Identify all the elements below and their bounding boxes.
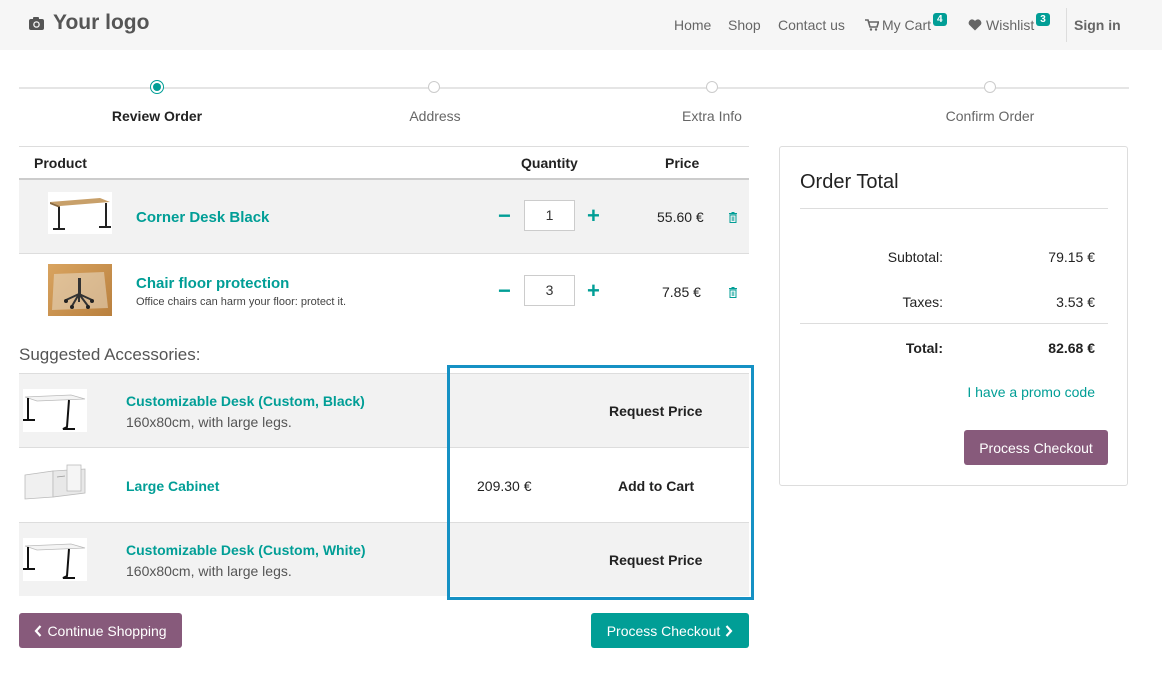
wizard-step-dot-confirm [984,81,996,93]
subtotal-value: 79.15 € [1048,249,1095,265]
wizard-step-address[interactable]: Address [409,108,460,124]
sign-in-link[interactable]: Sign in [1074,17,1121,33]
quantity-decrease-button[interactable]: − [498,280,511,302]
suggested-accessories-title: Suggested Accessories: [19,345,201,364]
quantity-input[interactable]: 3 [524,275,575,306]
taxes-value: 3.53 € [1056,294,1095,310]
accessory-description: 160x80cm, with large legs. [126,563,292,579]
cart-label: My Cart [882,17,931,33]
total-label: Total: [905,340,943,356]
taxes-label: Taxes: [902,294,943,310]
product-description: Office chairs can harm your floor: prote… [136,296,347,308]
product-image-corner-desk[interactable] [48,192,112,234]
quantity-decrease-button[interactable]: − [498,205,511,227]
highlight-box [447,365,754,600]
nav-shop[interactable]: Shop [728,17,761,33]
accessory-name[interactable]: Customizable Desk (Custom, Black) [126,393,365,409]
table-row [19,180,749,253]
trash-icon[interactable] [728,212,738,223]
nav-contact-us[interactable]: Contact us [778,17,845,33]
process-checkout-label: Process Checkout [606,622,721,639]
order-total-title: Order Total [800,171,899,193]
wizard-step-dot-review [150,80,164,94]
trash-icon[interactable] [728,287,738,298]
wizard-progress-line [19,87,1129,89]
quantity-increase-button[interactable]: + [587,205,600,227]
product-name-corner-desk[interactable]: Corner Desk Black [136,209,269,226]
product-name-chair-floor-protection[interactable]: Chair floor protection [136,275,289,292]
wizard-step-extra-info[interactable]: Extra Info [682,108,742,124]
logo-text: Your logo [53,11,150,34]
order-total-divider [800,208,1108,209]
cart-icon [865,19,879,31]
line-price: 7.85 € [662,284,701,300]
nav-wishlist[interactable]: Wishlist 3 [968,12,1050,33]
cart-count-badge: 4 [933,12,947,26]
total-value: 82.68 € [1048,340,1095,356]
accessory-image-large-cabinet[interactable] [23,463,87,503]
logo[interactable]: Your logo [28,11,149,35]
product-image-chair-floor-protection[interactable] [48,264,112,316]
heart-icon [968,19,982,31]
camera-icon [29,16,44,30]
wizard-step-review-order: Review Order [111,108,203,124]
order-total-checkout-button[interactable]: Process Checkout [964,430,1108,465]
nav-my-cart[interactable]: My Cart 4 [865,12,947,33]
column-header-product: Product [34,155,87,171]
wizard-step-confirm-order[interactable]: Confirm Order [946,108,1035,124]
chevron-right-icon [725,624,733,637]
accessory-name[interactable]: Customizable Desk (Custom, White) [126,542,366,558]
total-divider [800,323,1108,324]
wizard-step-dot-address [428,81,440,93]
accessory-description: 160x80cm, with large legs. [126,414,292,430]
subtotal-label: Subtotal: [887,249,943,265]
nav-home[interactable]: Home [674,17,711,33]
accessory-image-desk-black[interactable] [23,389,87,432]
line-price: 55.60 € [657,209,704,225]
wishlist-count-badge: 3 [1036,12,1050,26]
promo-code-link[interactable]: I have a promo code [967,384,1095,400]
continue-shopping-label: Continue Shopping [47,622,167,639]
column-header-quantity: Quantity [521,155,578,171]
nav-divider [1066,8,1067,42]
chevron-left-icon [34,624,42,637]
order-total-panel: Order Total Subtotal: 79.15 € Taxes: 3.5… [779,146,1128,486]
row-divider [19,253,749,254]
process-checkout-button[interactable]: Process Checkout [591,613,749,648]
quantity-input[interactable]: 1 [524,200,575,231]
continue-shopping-button[interactable]: Continue Shopping [19,613,182,648]
top-navbar: Your logo Home Shop Contact us My Cart 4… [0,0,1162,50]
wizard-step-dot-extra-info [706,81,718,93]
column-header-price: Price [665,155,700,171]
table-top-border [19,146,749,147]
accessory-name[interactable]: Large Cabinet [126,478,219,494]
wishlist-label: Wishlist [986,17,1035,33]
accessory-image-desk-white[interactable] [23,538,87,581]
quantity-increase-button[interactable]: + [587,280,600,302]
